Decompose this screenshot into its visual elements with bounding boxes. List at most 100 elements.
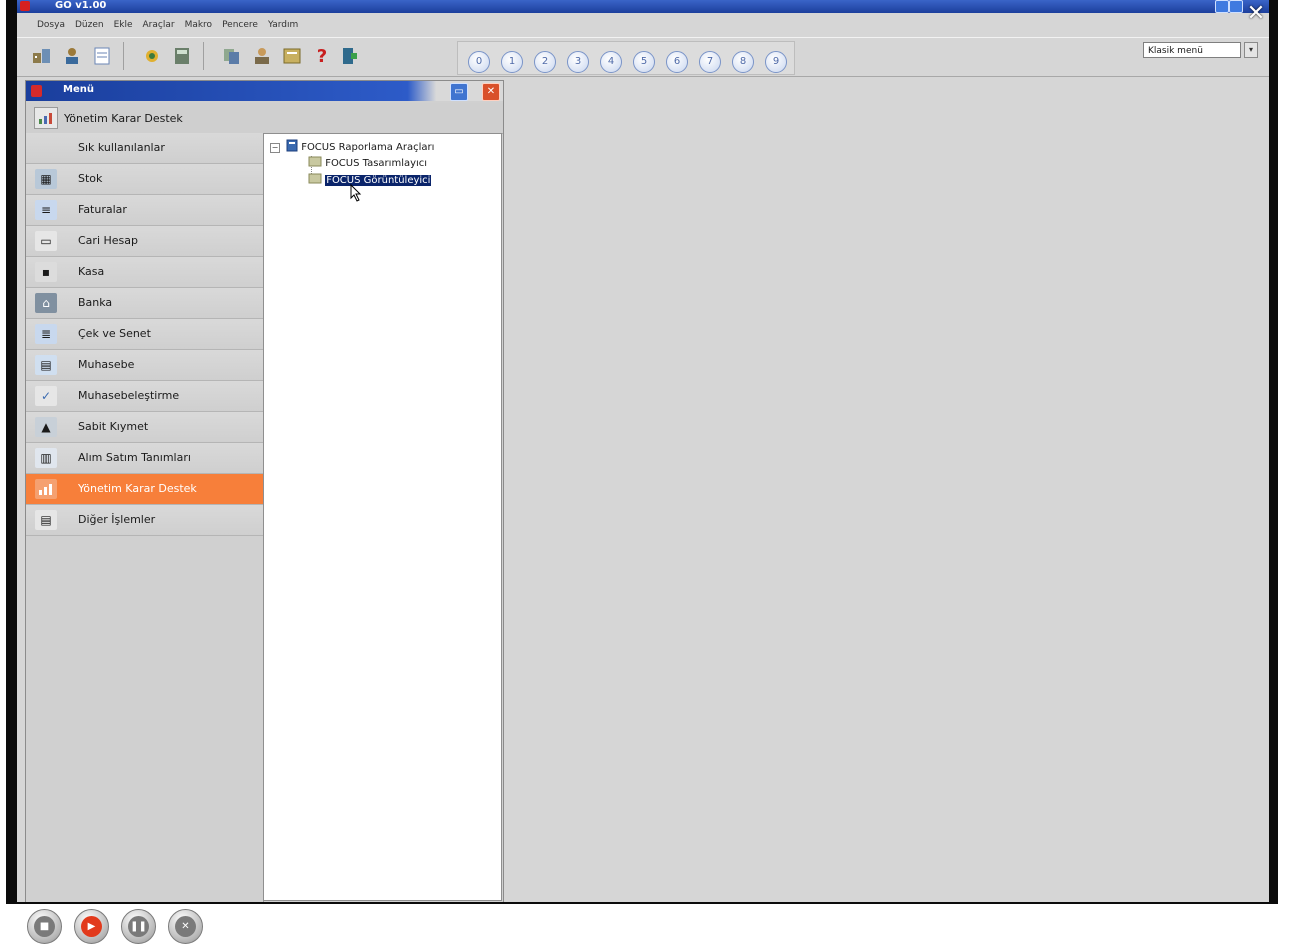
chart-icon	[34, 107, 58, 129]
menu-window[interactable]: Pencere	[222, 20, 258, 30]
report-icon[interactable]	[281, 44, 303, 68]
play-icon: ▶	[81, 916, 102, 937]
quick-button-2[interactable]: 2	[534, 51, 556, 73]
toolbar-separator	[203, 42, 204, 70]
quick-access-group: 0 1 2 3 4 5 6 7 8 9	[457, 41, 795, 75]
quick-button-0[interactable]: 0	[468, 51, 490, 73]
tree-node-label: FOCUS Tasarımlayıcı	[325, 158, 428, 169]
menu-file[interactable]: Dosya	[37, 20, 65, 30]
sidebar-item-other[interactable]: ▤ Diğer İşlemler	[26, 505, 263, 536]
sidebar-item-checks[interactable]: ≣ Çek ve Senet	[26, 319, 263, 350]
close-icon[interactable]: ✕	[482, 83, 500, 101]
sidebar-item-label: Stok	[78, 172, 103, 185]
chart-icon	[35, 479, 57, 499]
menu-window-title-bar: Menü ▭ ✕	[26, 81, 503, 101]
app-icon	[20, 1, 30, 11]
quick-button-4[interactable]: 4	[600, 51, 622, 73]
exit-icon[interactable]	[339, 44, 361, 68]
sidebar-item-label: Sık kullanılanlar	[78, 141, 165, 154]
accounting-icon: ▤	[35, 355, 57, 375]
menu-help[interactable]: Yardım	[268, 20, 298, 30]
title-bar: GO v1.00	[17, 0, 1269, 13]
sidebar-item-account[interactable]: ▭ Cari Hesap	[26, 226, 263, 257]
quick-button-1[interactable]: 1	[501, 51, 523, 73]
window-title: GO v1.00	[55, 0, 107, 11]
tools-icon[interactable]	[141, 44, 163, 68]
user-icon[interactable]	[61, 44, 83, 68]
sidebar-item-label: Banka	[78, 296, 113, 309]
sidebar-item-label: Muhasebeleştirme	[78, 389, 180, 402]
section-header-label: Yönetim Karar Destek	[64, 111, 183, 125]
sidebar-item-stock[interactable]: ▦ Stok	[26, 164, 263, 195]
check-icon: ≣	[35, 324, 57, 344]
sidebar-item-accounting[interactable]: ▤ Muhasebe	[26, 350, 263, 381]
person-icon[interactable]	[251, 44, 273, 68]
restore-icon[interactable]: ▭	[450, 83, 468, 101]
bank-icon: ⌂	[35, 293, 57, 313]
quick-button-6[interactable]: 6	[666, 51, 688, 73]
tree-collapse-toggle[interactable]: −	[270, 143, 280, 153]
pause-button[interactable]: ❚❚	[121, 909, 156, 944]
sidebar-item-label: Muhasebe	[78, 358, 135, 371]
mouse-cursor-icon	[350, 183, 362, 206]
sidebar-item-label: Çek ve Senet	[78, 327, 151, 340]
toolbar: ? 0 1 2 3 4 5 6 7 8 9	[17, 37, 1269, 77]
sidebar-item-fixed-assets[interactable]: ▲ Sabit Kıymet	[26, 412, 263, 443]
stop-button[interactable]: ■	[27, 909, 62, 944]
sidebar-item-favorites[interactable]: Sık kullanılanlar	[26, 133, 263, 164]
sidebar-item-definitions[interactable]: ▥ Alım Satım Tanımları	[26, 443, 263, 474]
sidebar-item-posting[interactable]: ✓ Muhasebeleştirme	[26, 381, 263, 412]
fixed-asset-icon: ▲	[35, 417, 57, 437]
sidebar-item-label: Faturalar	[78, 203, 127, 216]
quick-button-7[interactable]: 7	[699, 51, 721, 73]
quick-button-8[interactable]: 8	[732, 51, 754, 73]
other-icon: ▤	[35, 510, 57, 530]
player-controls: ■ ▶ ❚❚ ✕	[27, 909, 203, 945]
stop-icon: ■	[34, 916, 55, 937]
tree-node-label: FOCUS Raporlama Araçları	[301, 142, 435, 153]
tree-node-label: FOCUS Görüntüleyici	[325, 175, 432, 186]
help-icon[interactable]: ?	[311, 44, 333, 68]
menu-macro[interactable]: Makro	[185, 20, 213, 30]
theme-select[interactable]: Klasik menü	[1143, 42, 1241, 58]
definitions-icon: ▥	[35, 448, 57, 468]
quick-button-5[interactable]: 5	[633, 51, 655, 73]
sidebar-item-label: Cari Hesap	[78, 234, 138, 247]
company-icon[interactable]	[31, 44, 53, 68]
menu-window-title: Menü	[63, 84, 94, 95]
pause-icon: ❚❚	[128, 916, 149, 937]
tree-panel: − FOCUS Raporlama Araçları FOCUS Tasarım…	[263, 133, 502, 901]
sidebar-item-bank[interactable]: ⌂ Banka	[26, 288, 263, 319]
account-icon: ▭	[35, 231, 57, 251]
module-icon	[308, 156, 322, 170]
sidebar-item-cash[interactable]: ▪ Kasa	[26, 257, 263, 288]
document-icon[interactable]	[91, 44, 113, 68]
tree-node-viewer[interactable]: FOCUS Görüntüleyici	[308, 173, 432, 187]
play-button[interactable]: ▶	[74, 909, 109, 944]
tree-node-designer[interactable]: FOCUS Tasarımlayıcı	[308, 156, 427, 170]
sidebar-item-label: Alım Satım Tanımları	[78, 451, 191, 464]
tree-node-root[interactable]: FOCUS Raporlama Araçları	[286, 139, 434, 155]
quick-button-3[interactable]: 3	[567, 51, 589, 73]
menu-window: Menü ▭ ✕ Yönetim Karar Destek Sık kullan…	[25, 80, 504, 902]
close-icon[interactable]: ✕	[1245, 3, 1267, 25]
menu-edit[interactable]: Düzen	[75, 20, 104, 30]
close-player-button[interactable]: ✕	[168, 909, 203, 944]
maximize-button[interactable]	[1229, 0, 1243, 13]
copy-icon[interactable]	[221, 44, 243, 68]
sidebar-item-label: Diğer İşlemler	[78, 513, 156, 526]
menu-window-icon	[31, 85, 42, 97]
sidebar-item-label: Sabit Kıymet	[78, 420, 149, 433]
sidebar-item-invoices[interactable]: ≡ Faturalar	[26, 195, 263, 226]
invoice-icon: ≡	[35, 200, 57, 220]
quick-button-9[interactable]: 9	[765, 51, 787, 73]
menu-tools[interactable]: Araçlar	[143, 20, 175, 30]
calculator-icon[interactable]	[171, 44, 193, 68]
stock-icon: ▦	[35, 169, 57, 189]
minimize-button[interactable]	[1215, 0, 1229, 13]
sidebar-item-decision-support[interactable]: Yönetim Karar Destek	[26, 474, 263, 505]
menu-bar: Dosya Düzen Ekle Araçlar Makro Pencere Y…	[17, 15, 1269, 35]
module-sidebar: Sık kullanılanlar ▦ Stok ≡ Faturalar ▭ C…	[26, 133, 264, 902]
chevron-down-icon[interactable]: ▾	[1244, 42, 1258, 58]
menu-insert[interactable]: Ekle	[114, 20, 133, 30]
